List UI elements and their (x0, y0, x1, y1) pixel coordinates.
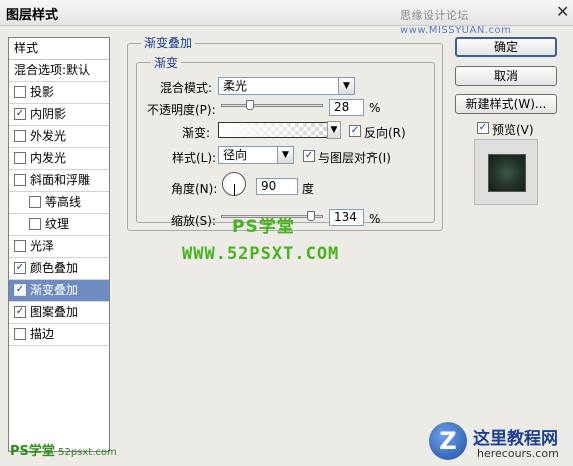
blend-mode-label: 混合模式: (160, 81, 213, 95)
angle-label: 角度(N): (171, 182, 218, 196)
angle-unit: 度 (302, 182, 315, 196)
opacity-slider-thumb[interactable] (245, 100, 254, 110)
bevel-emboss-checkbox[interactable] (14, 173, 26, 186)
reverse-checkbox[interactable]: ✓ (349, 125, 361, 137)
color-overlay-checkbox[interactable]: ✓ (14, 261, 26, 274)
sidebar-item-styles[interactable]: 样式 (9, 38, 109, 60)
new-style-button[interactable]: 新建样式(W)... (455, 94, 557, 114)
sidebar-item-label: 内发光 (30, 151, 67, 165)
style-label: 样式(L): (172, 151, 217, 165)
sidebar-item-gradient-overlay[interactable]: ✓ 渐变叠加 (9, 280, 109, 302)
styles-sidebar: 样式 混合选项:默认 投影 ✓ 内阴影 外发光 内发光 斜面和浮雕 等高线 纹理 … (8, 37, 110, 452)
sidebar-item-label: 图案叠加 (30, 305, 79, 319)
style-preview (474, 139, 538, 205)
contour-checkbox[interactable] (29, 195, 41, 208)
logo-url: herecours.com (477, 447, 559, 460)
sidebar-item-inner-shadow[interactable]: ✓ 内阴影 (9, 104, 109, 126)
gradient-label: 渐变: (182, 126, 211, 140)
chevron-down-icon: ▼ (328, 122, 340, 138)
sidebar-item-color-overlay[interactable]: ✓ 颜色叠加 (9, 258, 109, 280)
dialog-title: 图层样式 (6, 8, 59, 23)
gradient-picker-button[interactable]: ▼ (327, 121, 341, 139)
cancel-button[interactable]: 取消 (455, 66, 557, 86)
dialog-titlebar: 图层样式 思缘设计论坛 www.MISSYUAN.com ✕ (0, 0, 573, 36)
preview-swatch (488, 154, 526, 192)
opacity-unit: % (369, 101, 381, 115)
gradient-preview[interactable] (218, 122, 339, 138)
opacity-input[interactable]: 28 (329, 99, 364, 116)
top-watermark: 思缘设计论坛 www.MISSYUAN.com (400, 7, 573, 36)
blend-mode-value: 柔光 (223, 79, 248, 93)
chevron-down-icon: ▼ (277, 147, 293, 163)
ok-button[interactable]: 确定 (455, 37, 557, 57)
angle-input[interactable]: 90 (256, 178, 298, 195)
watermark-ps: PS学堂 (232, 217, 295, 237)
sidebar-item-label: 斜面和浮雕 (30, 173, 91, 187)
opacity-slider-track[interactable] (221, 104, 323, 107)
chevron-down-icon: ▼ (338, 78, 354, 94)
blend-mode-select[interactable]: 柔光 ▼ (218, 77, 355, 95)
style-value: 径向 (223, 148, 248, 162)
sidebar-item-outer-glow[interactable]: 外发光 (9, 126, 109, 148)
sidebar-item-texture[interactable]: 纹理 (9, 214, 109, 236)
bottom-left-watermark: PS学堂 52psxt.com (10, 440, 117, 459)
scale-slider-thumb[interactable] (307, 211, 315, 221)
site-logo: Z 这里教程网 herecours.com (429, 422, 569, 462)
gradient-subgroup-title: 渐变 (151, 54, 182, 71)
scale-label: 缩放(S): (171, 214, 217, 228)
sidebar-item-label: 内阴影 (30, 107, 67, 121)
inner-glow-checkbox[interactable] (14, 151, 26, 164)
sidebar-item-label: 颜色叠加 (30, 261, 79, 275)
sidebar-item-label: 投影 (30, 85, 55, 99)
align-with-layer-label: 与图层对齐(I) (318, 151, 391, 165)
bottom-watermark-url: 52psxt.com (58, 447, 117, 458)
sidebar-item-blend-options[interactable]: 混合选项:默认 (9, 60, 109, 82)
pattern-overlay-checkbox[interactable]: ✓ (14, 305, 26, 318)
angle-dial[interactable] (222, 172, 246, 196)
sidebar-item-drop-shadow[interactable]: 投影 (9, 82, 109, 104)
sidebar-item-label: 渐变叠加 (30, 283, 79, 297)
sidebar-item-contour[interactable]: 等高线 (9, 192, 109, 214)
sidebar-item-stroke[interactable]: 描边 (9, 324, 109, 346)
close-icon[interactable]: ✕ (556, 2, 569, 21)
sidebar-item-label: 纹理 (45, 217, 70, 231)
sidebar-item-pattern-overlay[interactable]: ✓ 图案叠加 (9, 302, 109, 324)
sidebar-item-label: 光泽 (30, 239, 55, 253)
gradient-overlay-checkbox[interactable]: ✓ (14, 283, 26, 296)
reverse-label: 反向(R) (364, 126, 406, 140)
outer-glow-checkbox[interactable] (14, 129, 26, 142)
gradient-overlay-group-title: 渐变叠加 (141, 34, 196, 51)
top-watermark-cn: 思缘设计论坛 (400, 9, 469, 22)
sidebar-item-inner-glow[interactable]: 内发光 (9, 148, 109, 170)
align-with-layer-checkbox[interactable]: ✓ (303, 150, 315, 162)
style-select[interactable]: 径向 ▼ (218, 146, 294, 164)
texture-checkbox[interactable] (29, 217, 41, 230)
watermark-url: WWW.52PSXT.COM (182, 244, 340, 264)
preview-checkbox[interactable]: ✓ (477, 122, 489, 134)
inner-shadow-checkbox[interactable]: ✓ (14, 107, 26, 120)
stroke-checkbox[interactable] (14, 327, 26, 340)
drop-shadow-checkbox[interactable] (14, 85, 26, 98)
sidebar-item-label: 等高线 (45, 195, 82, 209)
sidebar-item-label: 外发光 (30, 129, 67, 143)
bottom-watermark-title: PS学堂 (10, 444, 55, 459)
opacity-label: 不透明度(P): (147, 103, 216, 117)
sidebar-item-satin[interactable]: 光泽 (9, 236, 109, 258)
logo-icon: Z (429, 422, 467, 460)
sidebar-item-label: 描边 (30, 327, 55, 341)
preview-label: 预览(V) (492, 123, 534, 137)
scale-unit: % (369, 212, 381, 226)
sidebar-item-bevel-emboss[interactable]: 斜面和浮雕 (9, 170, 109, 192)
top-watermark-url: www.MISSYUAN.com (400, 25, 512, 36)
satin-checkbox[interactable] (14, 239, 26, 252)
scale-input[interactable]: 134 (329, 209, 364, 226)
logo-title: 这里教程网 (473, 429, 558, 449)
